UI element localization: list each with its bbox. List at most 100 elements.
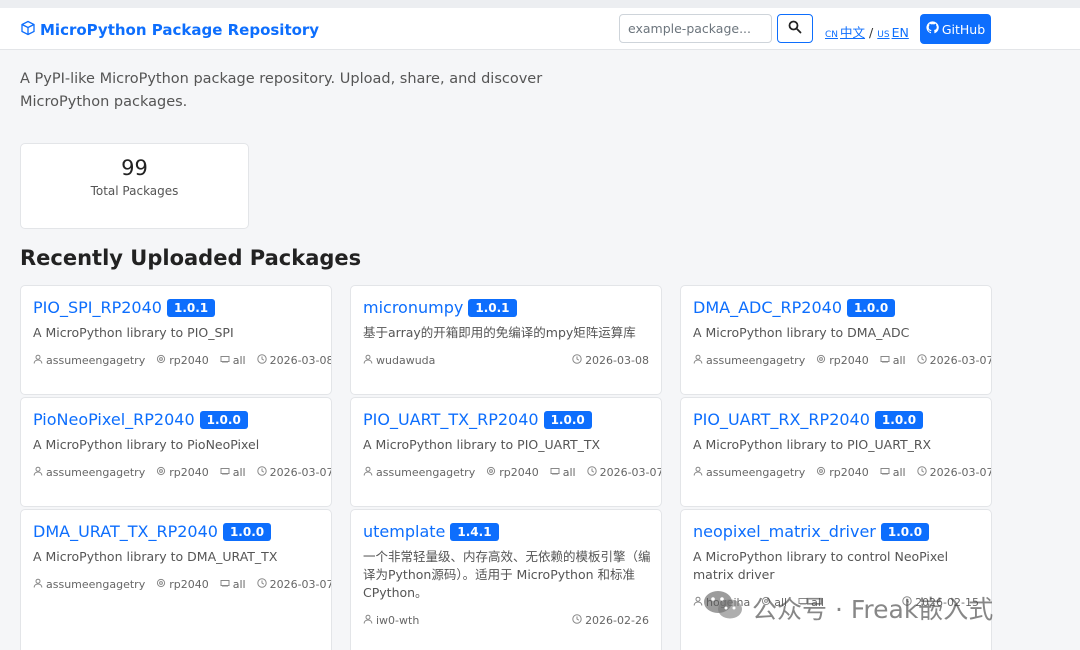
- clock-icon: [256, 354, 267, 367]
- package-date: 2026-03-07: [269, 578, 332, 591]
- watermark-text: 公众号 · Freak嵌入式: [752, 595, 994, 624]
- chip-icon: [486, 466, 496, 479]
- package-port: rp2040: [169, 578, 209, 591]
- site-title: MicroPython Package Repository: [40, 21, 320, 39]
- package-author: assumeengagetry: [706, 466, 806, 479]
- package-author: assumeengagetry: [46, 466, 146, 479]
- package-name-link[interactable]: micronumpy: [363, 298, 463, 317]
- clock-icon: [572, 614, 582, 627]
- package-author: assumeengagetry: [46, 578, 146, 591]
- user-icon: [363, 466, 373, 479]
- search-input[interactable]: [619, 14, 772, 43]
- package-card[interactable]: PioNeoPixel_RP2040 1.0.0 A MicroPython l…: [20, 397, 332, 507]
- clock-icon: [916, 354, 927, 367]
- package-name-link[interactable]: utemplate: [363, 522, 445, 541]
- total-packages-count: 99: [121, 156, 148, 180]
- package-author: iw0-wth: [376, 614, 420, 627]
- chip-icon: [816, 354, 826, 367]
- package-card[interactable]: PIO_UART_TX_RP2040 1.0.0 A MicroPython l…: [350, 397, 662, 507]
- user-icon: [693, 466, 703, 479]
- package-name-link[interactable]: DMA_ADC_RP2040: [693, 298, 842, 317]
- clock-icon: [916, 466, 927, 479]
- language-switcher: CN 中文 / US EN: [825, 22, 909, 41]
- total-packages-label: Total Packages: [90, 184, 179, 198]
- github-icon: [926, 21, 939, 37]
- package-meta: wudawuda 2026-03-08: [363, 354, 649, 367]
- lang-cn-link[interactable]: CN 中文: [825, 22, 865, 41]
- package-name-link[interactable]: PIO_UART_RX_RP2040: [693, 410, 870, 429]
- package-card[interactable]: utemplate 1.4.1 一个非常轻量级、内存高效、无依赖的模板引擎（编译…: [350, 509, 662, 650]
- watermark: 公众号 · Freak嵌入式: [702, 588, 993, 628]
- package-card[interactable]: micronumpy 1.0.1 基于array的开箱即用的免编译的mpy矩阵运…: [350, 285, 662, 395]
- package-card[interactable]: PIO_UART_RX_RP2040 1.0.0 A MicroPython l…: [680, 397, 992, 507]
- package-date: 2026-03-07: [269, 466, 332, 479]
- package-name-link[interactable]: PioNeoPixel_RP2040: [33, 410, 195, 429]
- version-badge: 1.4.1: [450, 522, 499, 541]
- package-meta: assumeengagetry rp2040 all 2026-03-07: [33, 578, 331, 591]
- package-arch: all: [892, 354, 906, 367]
- package-description: A MicroPython library to PIO_SPI: [33, 325, 234, 340]
- package-arch: all: [232, 354, 246, 367]
- package-description: A MicroPython library to DMA_ADC: [693, 325, 910, 340]
- navbar: MicroPython Package Repository CN中文 / US…: [0, 8, 1080, 50]
- architecture-icon: [880, 466, 890, 479]
- package-meta: assumeengagetry rp2040 all 2026-03-07: [363, 466, 661, 479]
- chip-icon: [156, 354, 166, 367]
- architecture-icon: [550, 466, 560, 479]
- package-description: 基于array的开箱即用的免编译的mpy矩阵运算库: [363, 325, 636, 340]
- browser-top-strip: [0, 0, 1080, 8]
- package-name-link[interactable]: neopixel_matrix_driver: [693, 522, 876, 541]
- package-author: assumeengagetry: [706, 354, 806, 367]
- user-icon: [363, 354, 373, 367]
- package-arch: all: [562, 466, 576, 479]
- package-author: assumeengagetry: [46, 354, 146, 367]
- package-port: rp2040: [829, 354, 869, 367]
- total-packages-card: 99 Total Packages: [20, 143, 249, 229]
- user-icon: [33, 354, 43, 367]
- package-arch: all: [892, 466, 906, 479]
- package-date: 2026-03-08: [269, 354, 332, 367]
- user-icon: [33, 578, 43, 591]
- architecture-icon: [880, 354, 890, 367]
- package-description: A MicroPython library to PioNeoPixel: [33, 437, 260, 452]
- package-name-link[interactable]: DMA_URAT_TX_RP2040: [33, 522, 218, 541]
- package-name-link[interactable]: PIO_SPI_RP2040: [33, 298, 162, 317]
- package-arch: all: [232, 466, 246, 479]
- lang-separator: /: [869, 25, 874, 40]
- wechat-icon: [702, 588, 744, 628]
- version-badge: 1.0.0: [222, 522, 272, 541]
- package-port: rp2040: [169, 354, 209, 367]
- github-button[interactable]: GitHub: [920, 14, 991, 44]
- package-meta: assumeengagetry rp2040 all 2026-03-07: [693, 466, 991, 479]
- package-card[interactable]: DMA_ADC_RP2040 1.0.0 A MicroPython libra…: [680, 285, 992, 395]
- package-meta: assumeengagetry rp2040 all 2026-03-07: [693, 354, 991, 367]
- package-author: assumeengagetry: [376, 466, 476, 479]
- package-card[interactable]: PIO_SPI_RP2040 1.0.1 A MicroPython libra…: [20, 285, 332, 395]
- clock-icon: [256, 578, 267, 591]
- clock-icon: [586, 466, 597, 479]
- version-badge: 1.0.1: [166, 298, 216, 317]
- package-port: rp2040: [169, 466, 209, 479]
- package-description: A MicroPython library to DMA_URAT_TX: [33, 549, 278, 564]
- box-icon: [20, 20, 36, 40]
- package-date: 2026-03-07: [929, 354, 992, 367]
- search-button[interactable]: [777, 14, 813, 43]
- version-badge: 1.0.1: [468, 298, 517, 317]
- version-badge: 1.0.0: [874, 410, 924, 429]
- section-title: Recently Uploaded Packages: [20, 246, 362, 270]
- package-card[interactable]: neopixel_matrix_driver 1.0.0 A MicroPyth…: [680, 509, 992, 650]
- package-name-link[interactable]: PIO_UART_TX_RP2040: [363, 410, 539, 429]
- clock-icon: [572, 354, 582, 367]
- lang-en-link[interactable]: US EN: [877, 25, 909, 40]
- user-icon: [33, 466, 43, 479]
- package-date: 2026-03-08: [585, 354, 649, 367]
- package-meta: assumeengagetry rp2040 all 2026-03-07: [33, 466, 331, 479]
- brand-link[interactable]: MicroPython Package Repository: [20, 20, 319, 40]
- package-port: rp2040: [499, 466, 539, 479]
- package-author: wudawuda: [376, 354, 436, 367]
- package-card[interactable]: DMA_URAT_TX_RP2040 1.0.0 A MicroPython l…: [20, 509, 332, 650]
- package-description: 一个非常轻量级、内存高效、无依赖的模板引擎（编译为Python源码）。适用于 M…: [363, 549, 651, 600]
- chip-icon: [156, 578, 166, 591]
- package-date: 2026-03-07: [929, 466, 992, 479]
- package-meta: assumeengagetry rp2040 all 2026-03-08: [33, 354, 331, 367]
